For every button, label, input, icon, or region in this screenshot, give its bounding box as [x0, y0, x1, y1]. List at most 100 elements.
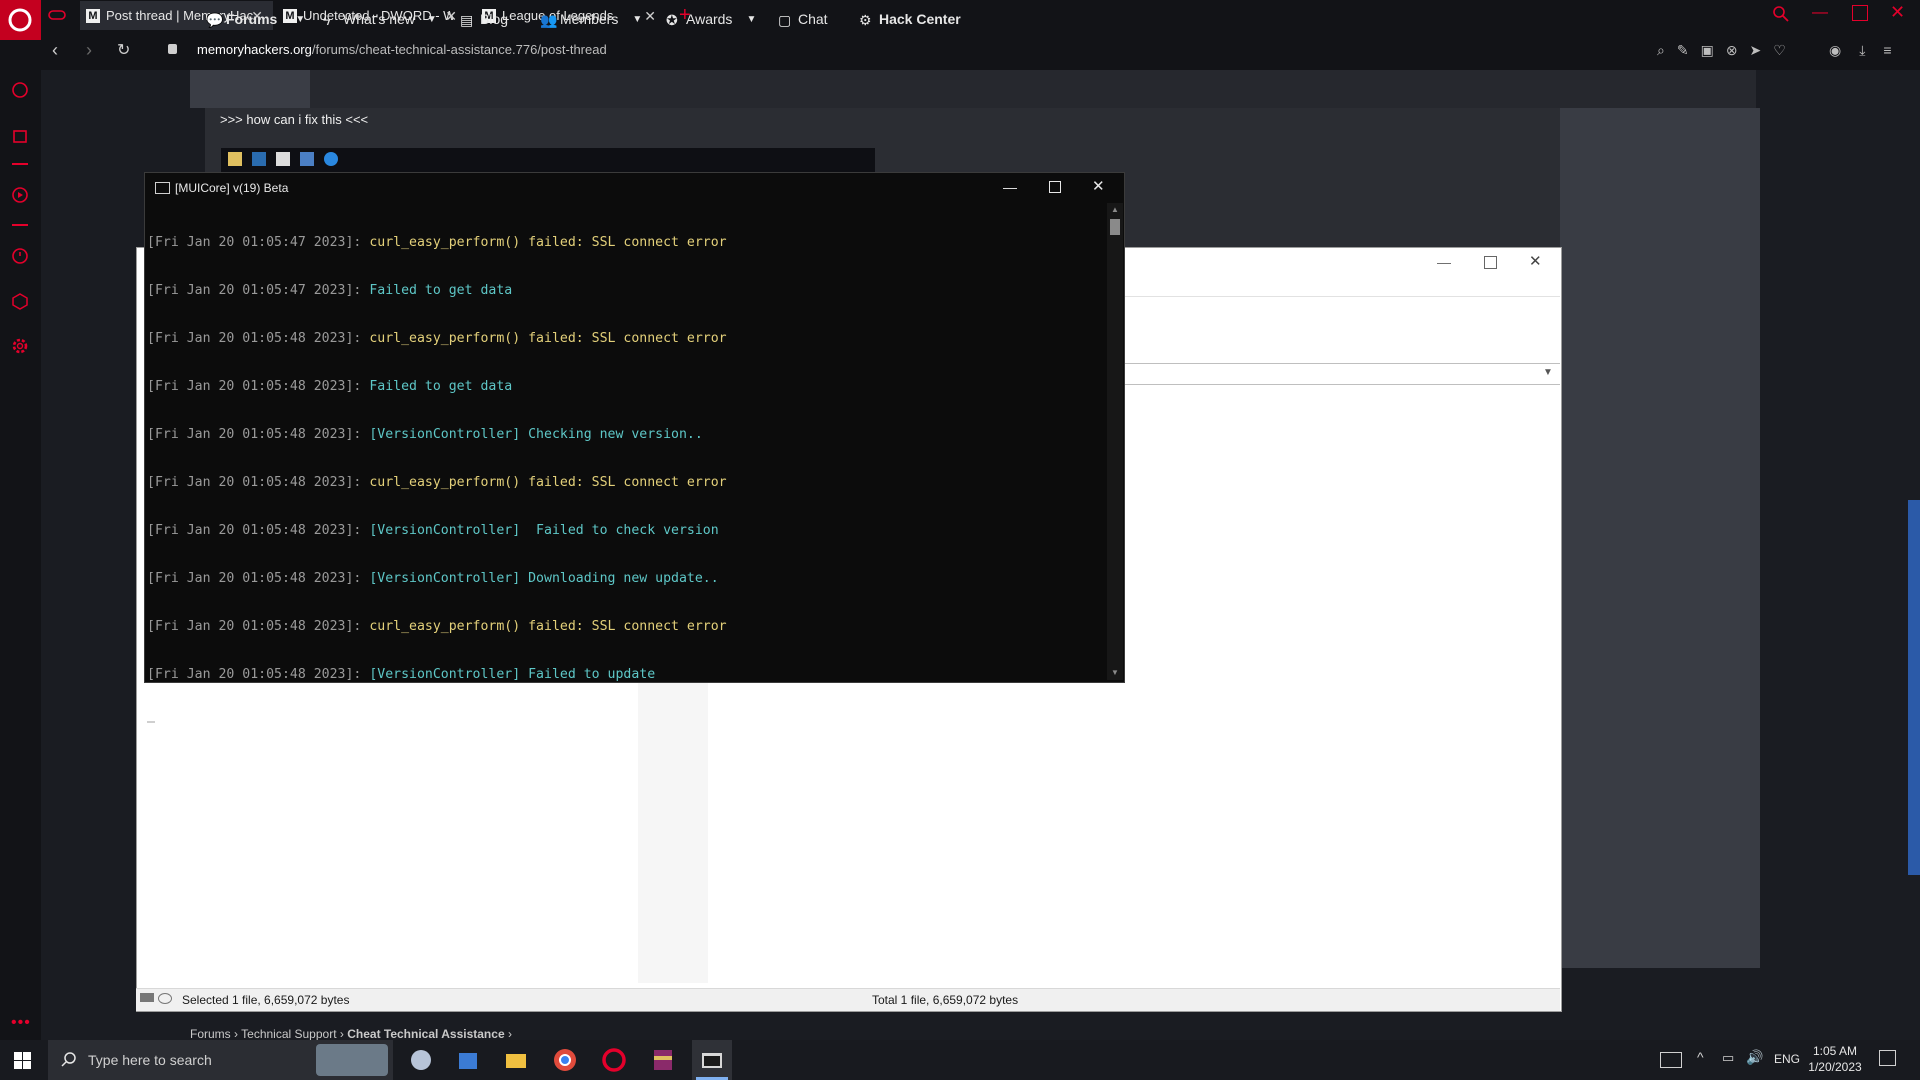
console-minimize-icon[interactable]: — — [1003, 179, 1017, 195]
gamepad-icon[interactable] — [48, 7, 66, 23]
nav-members[interactable]: 👥 Members ▼ — [540, 0, 642, 38]
url-field[interactable]: memoryhackers.org/forums/cheat-technical… — [197, 42, 607, 57]
download-icon[interactable]: ⤓ — [1859, 42, 1865, 59]
breadcrumb-forums[interactable]: Forums — [190, 1027, 231, 1040]
console-taskbar-icon[interactable] — [696, 1044, 728, 1076]
more-icon[interactable]: ••• — [11, 1014, 31, 1032]
chevron-down-icon[interactable]: ▼ — [632, 14, 642, 25]
language-indicator[interactable]: ENG — [1774, 1052, 1800, 1066]
file-explorer-icon[interactable] — [500, 1044, 532, 1076]
chevron-down-icon[interactable]: ▼ — [427, 14, 437, 25]
log-line: [Fri Jan 20 01:05:48 2023]: [VersionCont… — [147, 571, 1102, 587]
restore-icon[interactable] — [1852, 5, 1868, 21]
heart-icon[interactable]: ♡ — [1773, 42, 1786, 59]
microsoft-store-icon[interactable] — [452, 1044, 484, 1076]
opera-taskbar-icon[interactable] — [598, 1044, 630, 1076]
back-icon[interactable]: ‹ — [52, 40, 58, 61]
nav-forums[interactable]: 💬 Forums ▼ — [206, 0, 305, 38]
bolt-icon: ϟ — [323, 12, 331, 28]
console-scrollbar[interactable]: ▲ ▼ — [1107, 203, 1123, 680]
winrar-icon[interactable] — [647, 1044, 679, 1076]
console-maximize-icon[interactable] — [1049, 181, 1061, 193]
player-icon[interactable] — [11, 186, 29, 204]
speed-dial-icon[interactable] — [11, 81, 29, 99]
log-line: [Fri Jan 20 01:05:48 2023]: Failed to ge… — [147, 379, 1102, 395]
search-tabs-icon[interactable] — [1772, 5, 1790, 23]
breadcrumb: Forums › Technical Support › Cheat Techn… — [190, 1027, 512, 1040]
notifications-icon[interactable] — [1879, 1050, 1896, 1066]
adblock-icon[interactable]: ⊗ — [1726, 42, 1738, 59]
keyboard-icon[interactable] — [1660, 1052, 1682, 1068]
edit-icon[interactable]: ✎ — [1677, 42, 1689, 59]
extensions-cube-icon[interactable] — [11, 292, 29, 310]
menu-icon[interactable]: ≡ — [1883, 42, 1891, 59]
shopping-bag-icon[interactable] — [11, 126, 29, 144]
url-path: /forums/cheat-technical-assistance.776/p… — [311, 42, 607, 57]
log-timestamp: [Fri Jan 20 01:05:47 2023]: — [147, 235, 362, 250]
search-highlight-image — [316, 1044, 388, 1076]
chevron-down-icon[interactable]: ▼ — [295, 14, 305, 25]
app-icon — [324, 152, 338, 166]
camera-icon[interactable]: ▣ — [1701, 42, 1714, 59]
chevron-down-icon[interactable]: ▼ — [1543, 367, 1553, 378]
explorer-divider — [1123, 296, 1560, 297]
chevron-up-icon[interactable]: ^ — [1697, 1049, 1704, 1065]
lock-icon[interactable] — [168, 44, 177, 54]
log-timestamp: [Fri Jan 20 01:05:48 2023]: — [147, 619, 362, 634]
breadcrumb-technical-support[interactable]: Technical Support — [241, 1027, 336, 1040]
find-in-page-icon[interactable]: ⌕ — [1657, 42, 1665, 59]
close-tab-icon[interactable]: ✕ — [445, 8, 457, 25]
close-tab-icon[interactable]: ✕ — [644, 8, 656, 25]
console-scroll-thumb[interactable] — [1110, 219, 1120, 235]
sidebar-divider — [12, 163, 28, 165]
log-timestamp: [Fri Jan 20 01:05:48 2023]: — [147, 523, 362, 538]
nav-blog[interactable]: ▤ Blog — [460, 0, 508, 38]
console-close-icon[interactable]: ✕ — [1092, 177, 1105, 195]
console-window[interactable]: [MUICore] v(19) Beta — ✕ [Fri Jan 20 01:… — [144, 172, 1125, 723]
explorer-maximize-icon[interactable] — [1484, 256, 1497, 269]
clock-date: 1/20/2023 — [1808, 1060, 1862, 1074]
reload-icon[interactable]: ↻ — [117, 40, 130, 60]
volume-icon[interactable]: 🔊 — [1746, 1049, 1763, 1066]
chevron-down-icon[interactable]: ▼ — [746, 14, 756, 25]
gear-icon: ⚙ — [859, 12, 872, 28]
explorer-address-dropdown[interactable] — [1123, 363, 1560, 385]
scroll-down-icon[interactable]: ▼ — [1111, 668, 1119, 677]
history-icon[interactable] — [11, 247, 29, 265]
send-icon[interactable]: ➤ — [1750, 42, 1762, 59]
breadcrumb-cheat-technical-assistance[interactable]: Cheat Technical Assistance — [347, 1027, 504, 1040]
taskbar-app-icon[interactable] — [405, 1044, 437, 1076]
settings-gear-icon[interactable] — [11, 337, 29, 355]
nav-chat[interactable]: ▢ Chat — [778, 0, 828, 38]
nav-hack-center[interactable]: ⚙ Hack Center — [859, 0, 961, 38]
page-scrollbar[interactable] — [1908, 500, 1920, 875]
chat-bubbles-icon: 💬 — [206, 12, 224, 28]
explorer-close-icon[interactable]: ✕ — [1529, 252, 1542, 270]
explorer-status-bar: Selected 1 file, 6,659,072 bytes Total 1… — [136, 988, 1560, 1011]
taskbar-search-box[interactable]: Type here to search — [48, 1040, 393, 1080]
log-timestamp: [Fri Jan 20 01:05:47 2023]: — [147, 283, 362, 298]
nav-label: Blog — [480, 11, 509, 27]
console-title-bar[interactable]: [MUICore] v(19) Beta — ✕ — [145, 173, 1124, 203]
opera-logo[interactable] — [0, 0, 41, 40]
system-clock[interactable]: 1:05 AM 1/20/2023 — [1806, 1043, 1864, 1075]
close-window-icon[interactable]: ✕ — [1890, 2, 1905, 23]
network-icon[interactable]: ▭ — [1722, 1050, 1734, 1066]
nav-awards[interactable]: ✪ Awards ▼ — [666, 0, 756, 38]
console-app-icon — [155, 182, 170, 194]
nav-whats-new[interactable]: ϟ What's new ▼ — [323, 0, 437, 38]
forward-icon[interactable]: › — [86, 40, 92, 61]
explorer-minimize-icon[interactable]: — — [1437, 254, 1451, 270]
forum-navigation — [190, 70, 1756, 108]
app-icon — [252, 152, 266, 166]
minimize-icon[interactable]: — — [1812, 4, 1828, 22]
account-icon[interactable]: ◉ — [1829, 42, 1841, 59]
log-line: [Fri Jan 20 01:05:48 2023]: [VersionCont… — [147, 667, 1102, 683]
log-message: curl_easy_perform() failed: SSL connect … — [369, 475, 727, 490]
console-cursor — [147, 721, 155, 723]
chrome-icon[interactable] — [549, 1044, 581, 1076]
log-timestamp: [Fri Jan 20 01:05:48 2023]: — [147, 571, 362, 586]
drive-icon — [140, 993, 154, 1002]
windows-start-icon[interactable] — [14, 1052, 31, 1069]
scroll-up-icon[interactable]: ▲ — [1111, 205, 1119, 214]
